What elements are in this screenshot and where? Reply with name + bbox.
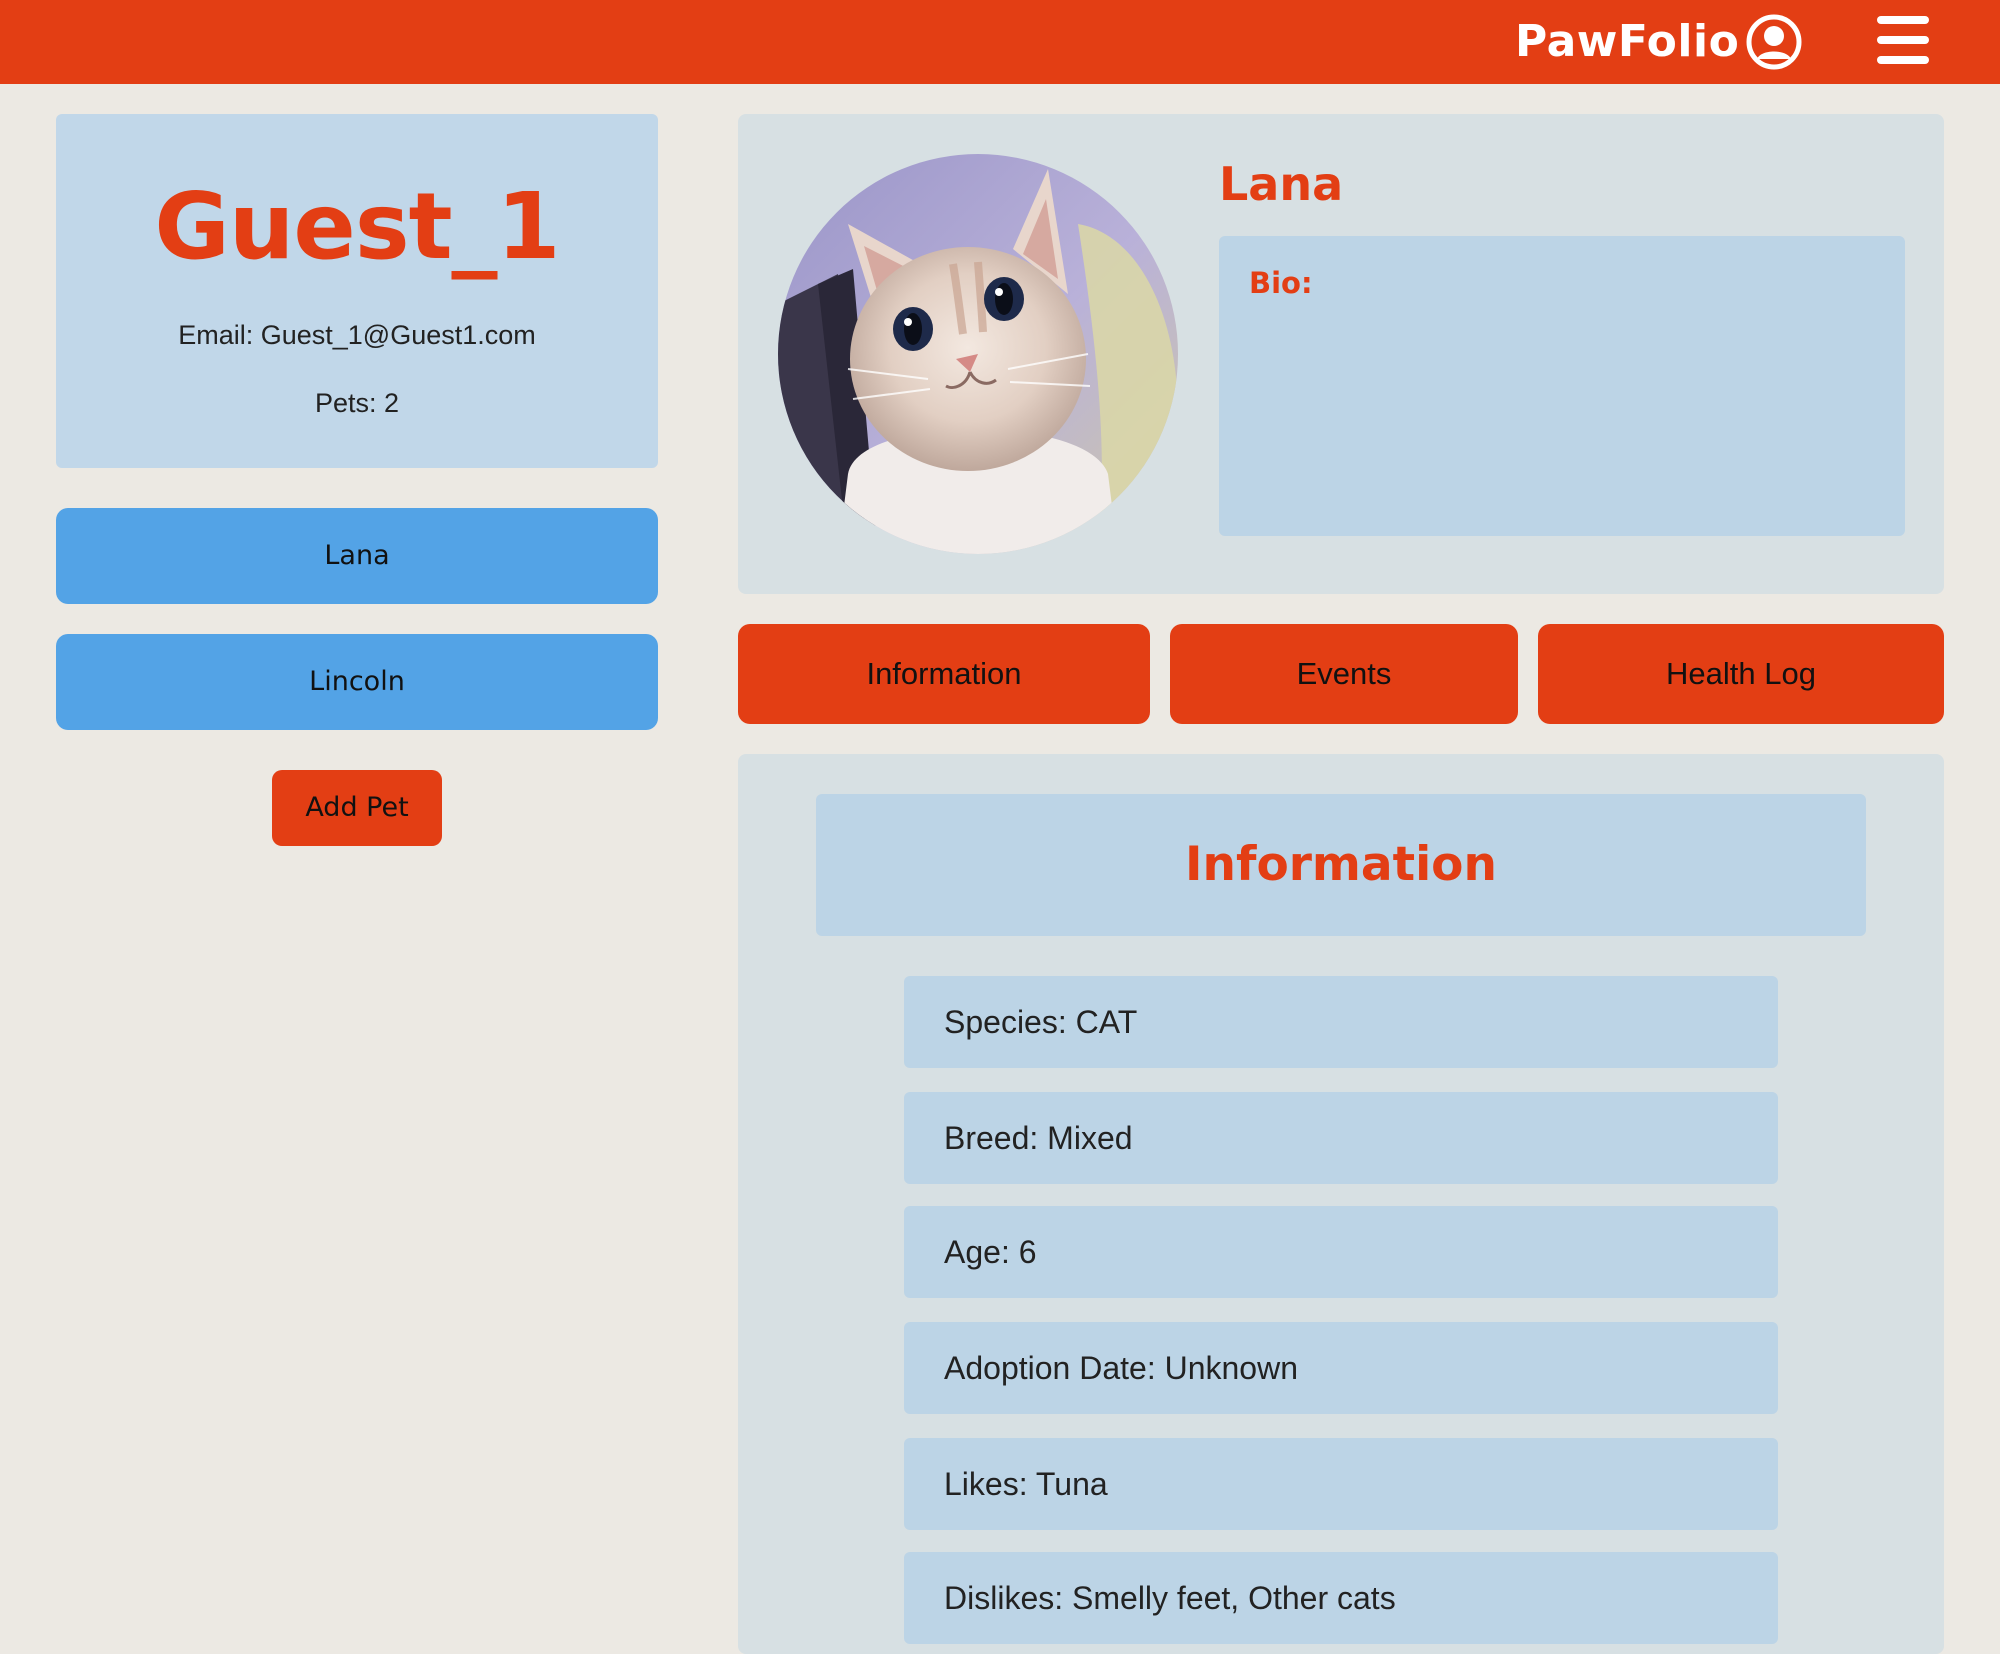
user-circle-icon — [1746, 14, 1802, 70]
add-pet-button[interactable]: Add Pet — [272, 770, 442, 846]
information-title: Information — [1185, 837, 1497, 892]
bio-label: Bio: — [1249, 266, 1313, 300]
info-row-text: Likes: Tuna — [944, 1466, 1108, 1502]
user-pet-count: Pets: 2 — [314, 388, 400, 418]
user-name: Guest_1 — [154, 173, 560, 280]
info-row-species: Species: CAT — [904, 976, 1778, 1068]
pet-photo — [778, 154, 1178, 554]
user-profile-card: Guest_1 Email: Guest_1@Guest1.com Pets: … — [56, 114, 658, 468]
info-row-dislikes: Dislikes: Smelly feet, Other cats — [904, 1552, 1778, 1644]
info-row-breed: Breed: Mixed — [904, 1092, 1778, 1184]
account-button[interactable] — [1746, 14, 1802, 70]
tab-information[interactable]: Information — [738, 624, 1150, 724]
tab-events[interactable]: Events — [1170, 624, 1518, 724]
top-navbar: PawFolio — [0, 0, 2000, 84]
information-panel: Information Species: CAT Breed: Mixed Ag… — [738, 754, 1944, 1654]
info-row-text: Species: CAT — [944, 1004, 1138, 1040]
info-row-text: Dislikes: Smelly feet, Other cats — [944, 1580, 1396, 1616]
info-row-text: Adoption Date: Unknown — [944, 1350, 1298, 1386]
info-row-adoption-date: Adoption Date: Unknown — [904, 1322, 1778, 1414]
pet-name: Lana — [1219, 157, 1344, 211]
info-row-text: Age: 6 — [944, 1234, 1037, 1270]
pet-bio-box: Bio: — [1219, 236, 1905, 536]
hamburger-menu-icon[interactable] — [1877, 16, 1929, 64]
pet-list-item-lana[interactable]: Lana — [56, 508, 658, 604]
pet-list-item-lincoln[interactable]: Lincoln — [56, 634, 658, 730]
app-brand[interactable]: PawFolio — [1515, 14, 1739, 70]
tab-health-log[interactable]: Health Log — [1538, 624, 1944, 724]
pet-profile-card: Lana Bio: — [738, 114, 1944, 594]
info-row-text: Breed: Mixed — [944, 1120, 1133, 1156]
info-row-age: Age: 6 — [904, 1206, 1778, 1298]
information-header: Information — [816, 794, 1866, 936]
user-email: Email: Guest_1@Guest1.com — [178, 320, 536, 350]
info-row-likes: Likes: Tuna — [904, 1438, 1778, 1530]
